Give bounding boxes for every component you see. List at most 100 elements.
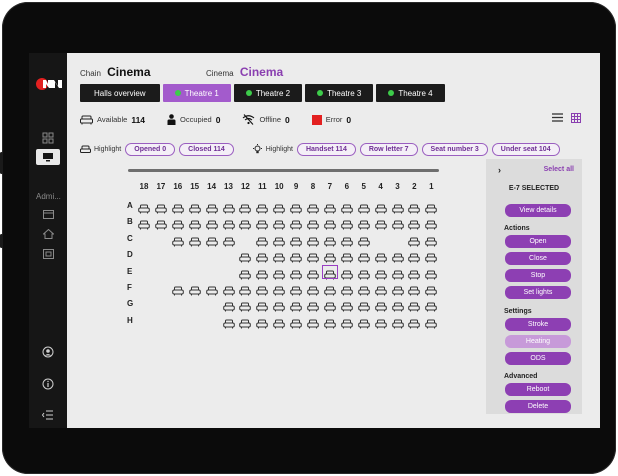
seat-icon[interactable]	[340, 250, 353, 263]
seat-icon[interactable]	[357, 250, 370, 263]
seat-icon[interactable]	[340, 234, 353, 247]
seat-icon[interactable]	[307, 299, 319, 312]
tab-theatre-4[interactable]: Theatre 4	[376, 84, 445, 102]
tab-theatre-1[interactable]: Theatre 1	[162, 84, 231, 102]
seat-icon[interactable]	[425, 234, 438, 247]
nav-halls-icon[interactable]	[36, 149, 60, 165]
seat-icon[interactable]	[321, 264, 338, 280]
nav-dashboard-icon[interactable]	[38, 130, 58, 146]
view-details-button[interactable]: View details	[505, 204, 571, 217]
seat-icon[interactable]	[256, 316, 269, 329]
seat-icon[interactable]	[374, 283, 387, 296]
seat-icon[interactable]	[357, 201, 370, 214]
seat-icon[interactable]	[256, 217, 269, 230]
seat-icon[interactable]	[138, 201, 150, 214]
seat-icon[interactable]	[425, 316, 438, 329]
seat-icon[interactable]	[408, 299, 421, 312]
highlight-chip-seat-number-3[interactable]: Seat number 3	[421, 142, 488, 156]
seat-icon[interactable]	[138, 217, 150, 230]
seat-icon[interactable]	[290, 299, 302, 312]
seat-icon[interactable]	[374, 201, 387, 214]
select-all-link[interactable]: Select all	[544, 166, 574, 173]
seat-icon[interactable]	[307, 234, 319, 247]
seat-icon[interactable]	[391, 250, 404, 263]
seat-icon[interactable]	[273, 234, 285, 247]
seat-icon[interactable]	[256, 283, 269, 296]
seat-icon[interactable]	[357, 316, 370, 329]
seat-icon[interactable]	[239, 217, 252, 230]
seat-icon[interactable]	[222, 283, 235, 296]
user-account-icon[interactable]	[38, 344, 58, 360]
seat-icon[interactable]	[324, 299, 336, 312]
seat-icon[interactable]	[408, 201, 421, 214]
seat-icon[interactable]	[408, 283, 421, 296]
seat-icon[interactable]	[273, 316, 285, 329]
seat-icon[interactable]	[222, 217, 235, 230]
seat-icon[interactable]	[391, 201, 404, 214]
seat-icon[interactable]	[290, 283, 302, 296]
seat-icon[interactable]	[171, 201, 184, 214]
seat-icon[interactable]	[155, 217, 167, 230]
close-button[interactable]: Close	[505, 252, 571, 265]
list-view-icon[interactable]	[552, 113, 563, 122]
nav-theatre-icon[interactable]	[38, 246, 58, 262]
seat-icon[interactable]	[340, 217, 353, 230]
seat-icon[interactable]	[256, 201, 269, 214]
seat-icon[interactable]	[307, 201, 319, 214]
seat-icon[interactable]	[171, 283, 184, 296]
seat-icon[interactable]	[357, 267, 370, 280]
highlight-chip-row-letter-7[interactable]: Row letter 7	[359, 142, 418, 156]
seat-icon[interactable]	[357, 217, 370, 230]
seat-icon[interactable]	[408, 316, 421, 329]
seat-icon[interactable]	[239, 250, 252, 263]
seat-icon[interactable]	[188, 201, 201, 214]
seat-icon[interactable]	[391, 217, 404, 230]
seat-icon[interactable]	[340, 299, 353, 312]
seat-icon[interactable]	[290, 217, 302, 230]
seat-icon[interactable]	[408, 217, 421, 230]
seat-icon[interactable]	[171, 234, 184, 247]
seat-icon[interactable]	[222, 234, 235, 247]
chain-selector[interactable]: Chain Cinema	[80, 65, 151, 79]
seat-icon[interactable]	[425, 283, 438, 296]
seat-icon[interactable]	[374, 217, 387, 230]
highlight-chip-closed-114[interactable]: Closed 114	[179, 142, 234, 156]
ods-button[interactable]: ODS	[505, 352, 571, 365]
seat-icon[interactable]	[222, 201, 235, 214]
seat-icon[interactable]	[290, 250, 302, 263]
tab-halls-overview[interactable]: Halls overview	[80, 84, 160, 102]
seat-icon[interactable]	[324, 316, 336, 329]
seat-icon[interactable]	[188, 234, 201, 247]
seat-icon[interactable]	[188, 217, 201, 230]
seat-icon[interactable]	[239, 316, 252, 329]
seat-icon[interactable]	[256, 234, 269, 247]
seat-icon[interactable]	[171, 217, 184, 230]
stop-button[interactable]: Stop	[505, 269, 571, 282]
seat-icon[interactable]	[290, 201, 302, 214]
heating-button[interactable]: Heating	[505, 335, 571, 348]
seat-icon[interactable]	[425, 201, 438, 214]
seat-icon[interactable]	[391, 299, 404, 312]
seat-icon[interactable]	[273, 217, 285, 230]
seat-icon[interactable]	[273, 267, 285, 280]
seat-icon[interactable]	[391, 283, 404, 296]
cinema-selector[interactable]: Cinema Cinema	[206, 65, 283, 79]
seat-icon[interactable]	[391, 267, 404, 280]
seat-icon[interactable]	[374, 299, 387, 312]
seat-icon[interactable]	[188, 283, 201, 296]
collapse-panel-icon[interactable]: ›	[498, 165, 501, 175]
stroke-button[interactable]: Stroke	[505, 318, 571, 331]
seat-icon[interactable]	[222, 299, 235, 312]
seat-icon[interactable]	[340, 267, 353, 280]
seat-icon[interactable]	[239, 299, 252, 312]
seat-icon[interactable]	[408, 267, 421, 280]
seat-icon[interactable]	[425, 217, 438, 230]
seat-icon[interactable]	[340, 316, 353, 329]
seat-icon[interactable]	[374, 250, 387, 263]
reboot-button[interactable]: Reboot	[505, 383, 571, 396]
seat-icon[interactable]	[273, 299, 285, 312]
tab-theatre-2[interactable]: Theatre 2	[233, 84, 303, 102]
seat-icon[interactable]	[425, 250, 438, 263]
delete-button[interactable]: Delete	[505, 400, 571, 413]
seat-icon[interactable]	[205, 201, 218, 214]
